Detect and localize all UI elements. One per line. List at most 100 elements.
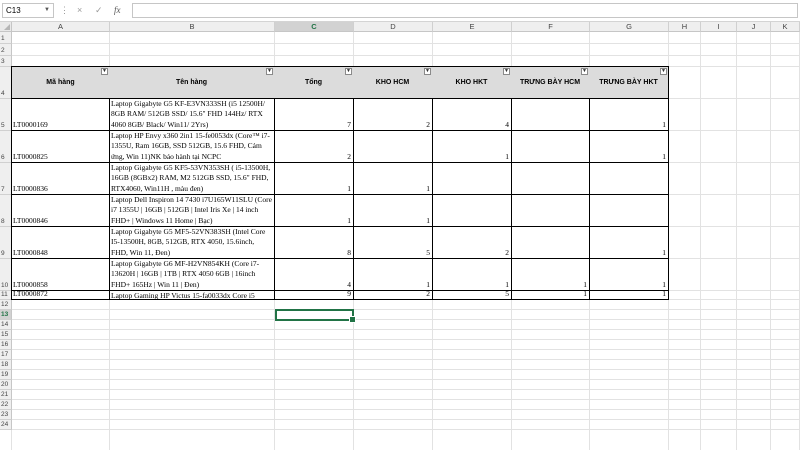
table-cell-code[interactable]: LT0000872	[11, 290, 110, 300]
row-header-16[interactable]: 16	[0, 340, 12, 350]
column-header-c[interactable]: C	[275, 22, 354, 32]
table-cell-hkt[interactable]	[432, 194, 512, 227]
spreadsheet-grid[interactable]: A B C D E F G H I J K 1 2 3 4 5 6 7 8 9 10 11 12 13 14 15 16 17 18 19…	[0, 22, 800, 450]
table-cell-tb-hkt[interactable]: 1	[589, 130, 669, 163]
column-header-b[interactable]: B	[110, 22, 275, 32]
column-header-h[interactable]: H	[669, 22, 701, 32]
table-cell-name[interactable]: Laptop Gigabyte G6 MF-H2VN854KH (Core i7…	[109, 258, 275, 291]
row-header-20[interactable]: 20	[0, 380, 12, 390]
table-header-cell[interactable]: TRƯNG BÀY HCM ▼	[511, 66, 590, 99]
row-header-22[interactable]: 22	[0, 400, 12, 410]
column-header-e[interactable]: E	[433, 22, 512, 32]
table-cell-tb-hcm[interactable]	[511, 226, 590, 259]
table-cell-hcm[interactable]: 2	[353, 290, 433, 300]
table-cell-name[interactable]: Laptop Gigabyte G5 KF-E3VN333SH (i5 1250…	[109, 98, 275, 131]
table-cell-total[interactable]: 2	[274, 130, 354, 163]
active-cell-selection[interactable]	[275, 309, 356, 323]
table-cell-tb-hkt[interactable]: 1	[589, 226, 669, 259]
row-header-24[interactable]: 24	[0, 420, 12, 430]
table-cell-tb-hkt[interactable]: 1	[589, 98, 669, 131]
table-cell-total[interactable]: 8	[274, 226, 354, 259]
column-header-i[interactable]: I	[701, 22, 737, 32]
table-cell-tb-hcm[interactable]: 1	[511, 290, 590, 300]
row-header-14[interactable]: 14	[0, 320, 12, 330]
filter-dropdown-icon[interactable]: ▼	[424, 68, 431, 75]
table-cell-tb-hcm[interactable]	[511, 194, 590, 227]
row-header-1[interactable]: 1	[0, 32, 12, 44]
cancel-icon[interactable]: ×	[77, 3, 82, 18]
table-cell-name[interactable]: Laptop Gigabyte G5 KF5-53VN353SH ( i5-13…	[109, 162, 275, 195]
row-header-21[interactable]: 21	[0, 390, 12, 400]
row-header-13[interactable]: 13	[0, 310, 12, 320]
filter-dropdown-icon[interactable]: ▼	[101, 68, 108, 75]
column-header-a[interactable]: A	[12, 22, 110, 32]
row-header-23[interactable]: 23	[0, 410, 12, 420]
table-cell-hkt[interactable]: 1	[432, 130, 512, 163]
table-cell-hkt[interactable]: 2	[432, 226, 512, 259]
table-header-cell[interactable]: Tên hàng ▼	[109, 66, 275, 99]
filter-dropdown-icon[interactable]: ▼	[581, 68, 588, 75]
table-cell-hkt[interactable]: 5	[432, 290, 512, 300]
table-cell-hcm[interactable]: 1	[353, 194, 433, 227]
table-cell-name[interactable]: Laptop HP Envy x360 2in1 15-fe0053dx (Co…	[109, 130, 275, 163]
row-header-12[interactable]: 12	[0, 300, 12, 310]
table-header-cell[interactable]: KHO HKT ▼	[432, 66, 512, 99]
table-cell-hcm[interactable]: 2	[353, 98, 433, 131]
table-cell-name[interactable]: Laptop Gaming HP Victus 15-fa0033dx Core…	[109, 290, 275, 300]
cell-value: LT0000846	[13, 216, 48, 225]
table-cell-hcm[interactable]: 1	[353, 258, 433, 291]
formula-input[interactable]	[132, 3, 798, 18]
table-cell-total[interactable]: 7	[274, 98, 354, 131]
table-cell-hcm[interactable]	[353, 130, 433, 163]
name-box[interactable]: C13 ▼	[2, 3, 54, 18]
row-header-18[interactable]: 18	[0, 360, 12, 370]
table-cell-total[interactable]: 1	[274, 162, 354, 195]
insert-function-icon[interactable]: fx	[114, 3, 121, 18]
column-header-g[interactable]: G	[590, 22, 669, 32]
table-cell-hkt[interactable]: 1	[432, 258, 512, 291]
column-header-k[interactable]: K	[771, 22, 800, 32]
row-header-19[interactable]: 19	[0, 370, 12, 380]
table-cell-tb-hcm[interactable]	[511, 130, 590, 163]
table-cell-tb-hcm[interactable]	[511, 162, 590, 195]
table-cell-hcm[interactable]: 1	[353, 162, 433, 195]
filter-dropdown-icon[interactable]: ▼	[660, 68, 667, 75]
table-cell-code[interactable]: LT0000846	[11, 194, 110, 227]
table-cell-total[interactable]: 1	[274, 194, 354, 227]
table-header-cell[interactable]: Mã hàng ▼	[11, 66, 110, 99]
column-header-f[interactable]: F	[512, 22, 590, 32]
table-cell-code[interactable]: LT0000848	[11, 226, 110, 259]
more-options-icon[interactable]: ⋮	[60, 4, 69, 16]
filter-dropdown-icon[interactable]: ▼	[345, 68, 352, 75]
table-cell-hcm[interactable]: 5	[353, 226, 433, 259]
table-cell-total[interactable]: 9	[274, 290, 354, 300]
row-header-17[interactable]: 17	[0, 350, 12, 360]
table-cell-code[interactable]: LT0000169	[11, 98, 110, 131]
table-cell-tb-hkt[interactable]	[589, 162, 669, 195]
table-cell-hkt[interactable]	[432, 162, 512, 195]
row-header-2[interactable]: 2	[0, 44, 12, 56]
table-cell-code[interactable]: LT0000836	[11, 162, 110, 195]
table-cell-tb-hcm[interactable]: 1	[511, 258, 590, 291]
table-header-cell[interactable]: Tổng ▼	[274, 66, 354, 99]
table-cell-hkt[interactable]: 4	[432, 98, 512, 131]
column-header-d[interactable]: D	[354, 22, 433, 32]
table-cell-code[interactable]: LT0000825	[11, 130, 110, 163]
table-header-cell[interactable]: TRƯNG BÀY HKT ▼	[589, 66, 669, 99]
select-all-button[interactable]	[0, 22, 12, 32]
table-cell-tb-hkt[interactable]: 1	[589, 290, 669, 300]
filter-dropdown-icon[interactable]: ▼	[266, 68, 273, 75]
table-cell-tb-hkt[interactable]	[589, 194, 669, 227]
row-header-15[interactable]: 15	[0, 330, 12, 340]
enter-icon[interactable]: ✓	[95, 3, 103, 18]
chevron-down-icon[interactable]: ▼	[44, 4, 50, 17]
table-cell-name[interactable]: Laptop Dell Inspiron 14 7430 i7U165W11SL…	[109, 194, 275, 227]
table-cell-name[interactable]: Laptop Gigabyte G5 MF5-52VN383SH (Intel …	[109, 226, 275, 259]
table-cell-tb-hcm[interactable]	[511, 98, 590, 131]
filter-dropdown-icon[interactable]: ▼	[503, 68, 510, 75]
table-header-cell[interactable]: KHO HCM ▼	[353, 66, 433, 99]
table-cell-code[interactable]: LT0000858	[11, 258, 110, 291]
table-cell-tb-hkt[interactable]: 1	[589, 258, 669, 291]
column-header-j[interactable]: J	[737, 22, 771, 32]
table-cell-total[interactable]: 4	[274, 258, 354, 291]
